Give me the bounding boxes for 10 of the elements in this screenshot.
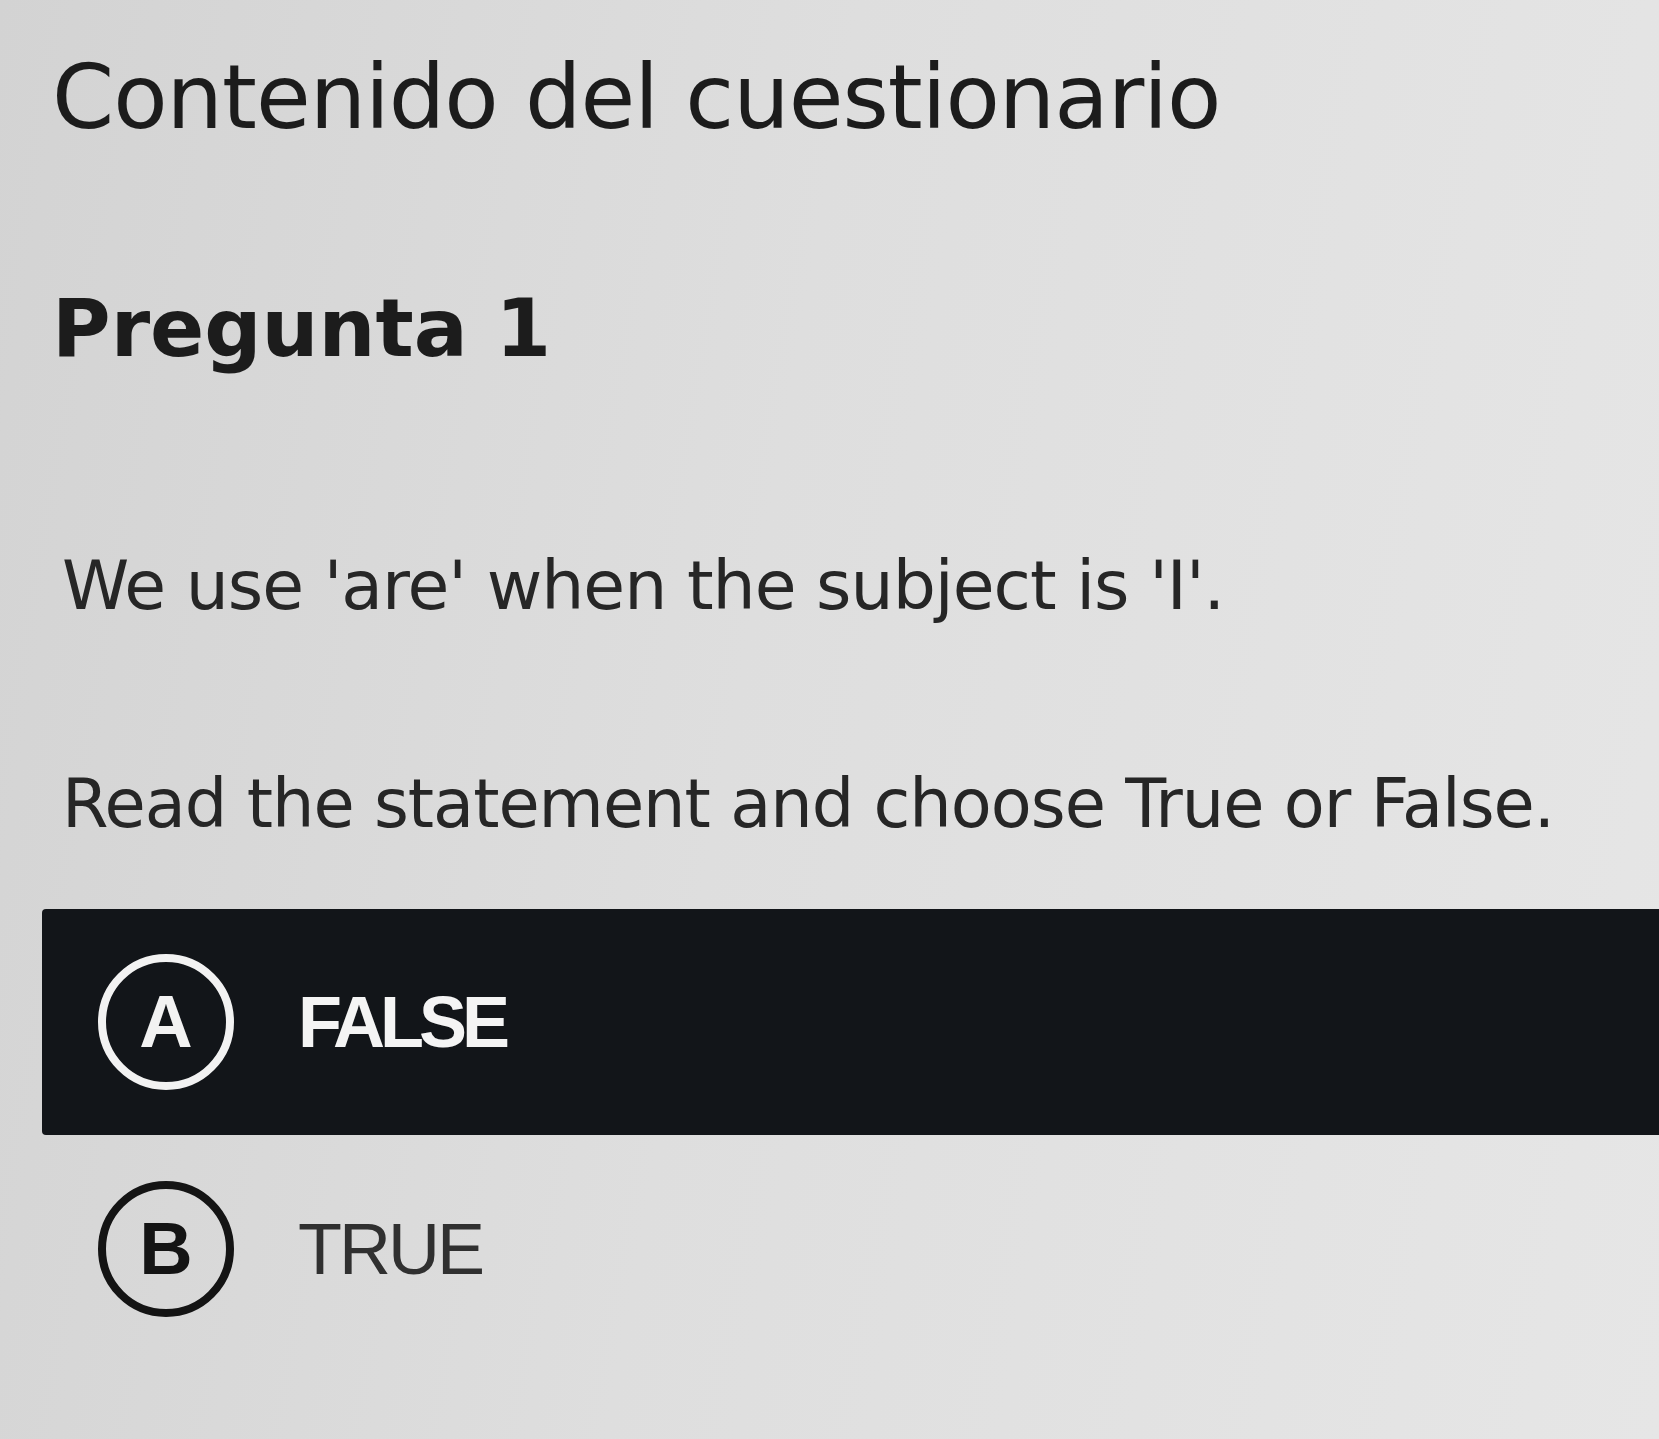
page-title: Contenido del cuestionario [52,44,1221,151]
answer-option[interactable]: A FALSE [42,908,1659,1135]
question-heading: Pregunta 1 [52,280,552,377]
answer-option[interactable]: B TRUE [42,1148,1659,1349]
option-letter: A [98,953,234,1090]
option-label: FALSE [298,980,506,1063]
question-instruction: Read the statement and choose True or False. [62,764,1555,845]
option-letter: B [98,1180,234,1317]
question-statement: We use 'are' when the subject is 'I'. [62,544,1225,627]
option-label: TRUE [298,1207,482,1290]
